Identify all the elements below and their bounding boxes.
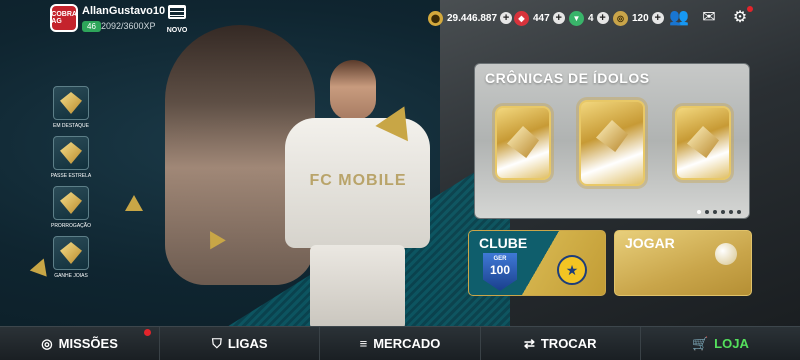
side-item-passe-estrela[interactable]: PASSE ESTRELA xyxy=(50,136,92,179)
currency-value: 29.446.887 xyxy=(447,12,498,24)
news-label: NOVO xyxy=(166,27,188,34)
top-bar: COBRA AG AllanGustavo10 46 2092/3600XP N… xyxy=(0,0,800,38)
side-item-label: PASSE ESTRELA xyxy=(50,173,92,179)
currency-points[interactable]: ◎ 120 + xyxy=(613,9,664,27)
bottom-nav: ◎ MISSÕES ⛉ LIGAS ≡ MERCADO ⇄ TROCAR 🛒 L… xyxy=(0,326,800,360)
coins-stack-icon: ≡ xyxy=(359,336,368,351)
card-emblem-icon xyxy=(687,126,719,158)
currency-token[interactable]: ▼ 4 + xyxy=(569,9,609,27)
team-rating-badge: GER 100 xyxy=(483,253,517,291)
team-rating: 100 xyxy=(489,263,511,277)
side-item-em-destaque[interactable]: EM DESTAQUE xyxy=(50,86,92,129)
clube-button[interactable]: CLUBE GER 100 ★ xyxy=(468,230,606,296)
add-gems-icon[interactable]: + xyxy=(552,12,565,24)
add-points-icon[interactable]: + xyxy=(651,12,664,24)
cart-icon: 🛒 xyxy=(691,335,709,351)
side-item-ganhe-joias[interactable]: GANHE JOIAS xyxy=(50,236,92,279)
card-emblem-icon xyxy=(507,126,539,158)
add-token-icon[interactable]: + xyxy=(596,12,609,24)
currency-coins[interactable]: ⬤ 29.446.887 + xyxy=(428,9,513,27)
nav-label: LOJA xyxy=(714,336,749,351)
prorrogacao-icon xyxy=(53,186,89,220)
currency-gems[interactable]: ◆ 447 + xyxy=(514,9,565,27)
star-pass-icon xyxy=(53,136,89,170)
settings-icon[interactable]: ⚙ xyxy=(729,6,753,28)
shield-icon: ⛉ xyxy=(212,335,222,351)
username: AllanGustavo10 xyxy=(82,5,166,17)
nav-label: MISSÕES xyxy=(58,336,118,351)
ball-icon xyxy=(715,243,737,265)
mail-icon[interactable]: ✉ xyxy=(698,8,720,28)
currency-value: 4 xyxy=(588,12,594,24)
notification-dot xyxy=(144,329,152,336)
notification-dot xyxy=(747,6,753,12)
points-icon: ◎ xyxy=(613,10,628,26)
player-head xyxy=(330,60,376,120)
coins-icon: ⬤ xyxy=(428,10,443,26)
gift-icon xyxy=(53,86,89,120)
side-item-label: PRORROGAÇÃO xyxy=(50,223,91,229)
shirt-brand-text: FC MOBILE xyxy=(309,172,407,189)
friends-icon[interactable]: 👥 xyxy=(668,8,690,28)
level-badge: 46 xyxy=(82,21,101,32)
nav-mercado[interactable]: ≡ MERCADO xyxy=(320,327,481,360)
player-art: FC MOBILE xyxy=(275,60,440,330)
ger-label: GER xyxy=(493,256,507,262)
gold-shard-icon xyxy=(125,195,143,211)
avatar[interactable]: COBRA AG xyxy=(50,4,78,32)
nav-label: TROCAR xyxy=(540,336,597,351)
pager-dot[interactable] xyxy=(697,210,701,214)
currency-value: 120 xyxy=(632,12,649,24)
pager-dot[interactable] xyxy=(713,210,717,214)
card-emblem-icon xyxy=(596,120,628,152)
jogar-button[interactable]: JOGAR xyxy=(614,230,752,296)
nav-trocar[interactable]: ⇄ TROCAR xyxy=(481,327,641,360)
nav-missoes[interactable]: ◎ MISSÕES xyxy=(0,327,161,360)
avatar-text: COBRA AG xyxy=(51,11,77,25)
clube-title: CLUBE xyxy=(479,235,528,251)
side-item-label: EM DESTAQUE xyxy=(52,123,90,129)
currency-value: 447 xyxy=(533,12,550,24)
add-coins-icon[interactable]: + xyxy=(500,12,513,24)
news-button[interactable]: NOVO xyxy=(166,5,188,34)
jogar-title: JOGAR xyxy=(625,235,675,251)
target-icon: ◎ xyxy=(41,335,53,351)
nav-label: LIGAS xyxy=(227,336,268,351)
token-icon: ▼ xyxy=(569,10,584,26)
player-shorts xyxy=(310,245,405,330)
newspaper-icon xyxy=(168,5,186,19)
xp-progress-text: 2092/3600XP xyxy=(101,21,156,31)
pager-dot[interactable] xyxy=(729,210,733,214)
player-card xyxy=(495,106,551,180)
nav-label: MERCADO xyxy=(373,336,441,351)
pager-dot[interactable] xyxy=(737,210,741,214)
club-crest-icon: ★ xyxy=(557,255,587,285)
jewel-icon xyxy=(53,236,89,270)
nav-loja[interactable]: 🛒 LOJA xyxy=(641,327,800,360)
swap-icon: ⇄ xyxy=(523,335,535,351)
cronicas-de-idolos-banner[interactable]: CRÔNICAS DE ÍDOLOS xyxy=(474,63,750,219)
gold-shard-icon xyxy=(29,255,53,277)
player-card xyxy=(579,100,645,186)
side-item-prorrogacao[interactable]: PRORROGAÇÃO xyxy=(50,186,92,229)
banner-pager[interactable] xyxy=(697,210,741,214)
gems-icon: ◆ xyxy=(514,10,529,26)
side-item-label: GANHE JOIAS xyxy=(54,273,88,279)
pager-dot[interactable] xyxy=(721,210,725,214)
pager-dot[interactable] xyxy=(705,210,709,214)
nav-ligas[interactable]: ⛉ LIGAS xyxy=(160,327,321,360)
player-card xyxy=(675,106,731,180)
banner-title: CRÔNICAS DE ÍDOLOS xyxy=(485,70,650,86)
